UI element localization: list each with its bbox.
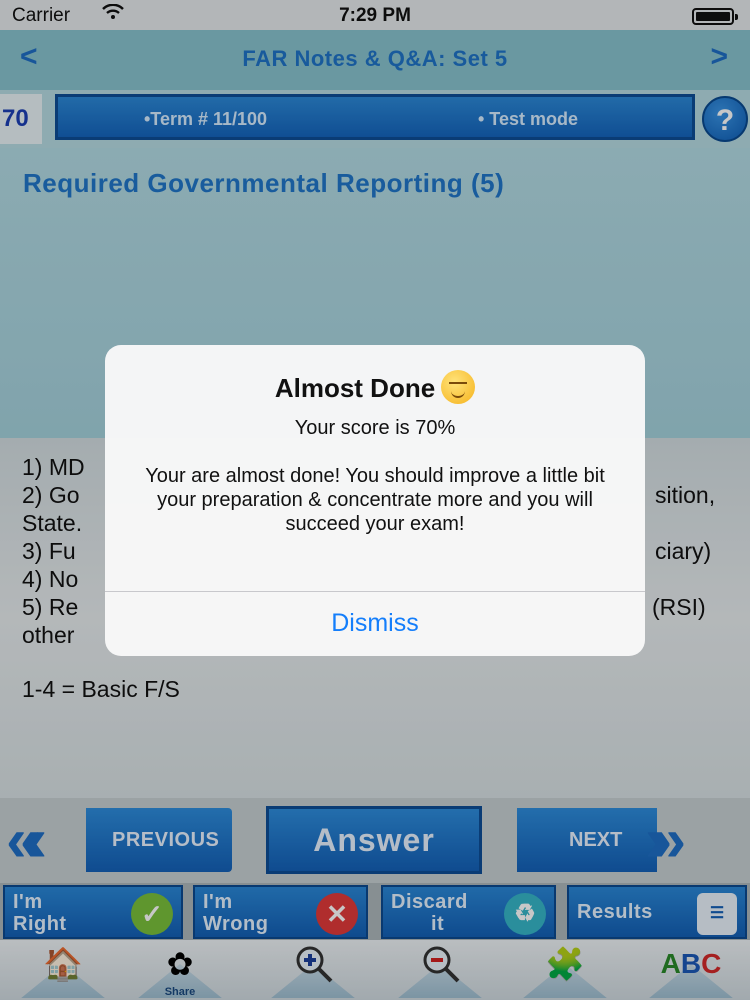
alert-message: Your are almost done! You should improve… [145,465,605,535]
smirk-emoji-icon [441,370,476,405]
alert-title: Almost Done [274,373,436,403]
alert-dialog: Almost Done Your score is 70% Your are a… [105,345,645,656]
alert-score: Your score is 70% [294,417,456,439]
dismiss-button[interactable]: Dismiss [105,592,645,656]
